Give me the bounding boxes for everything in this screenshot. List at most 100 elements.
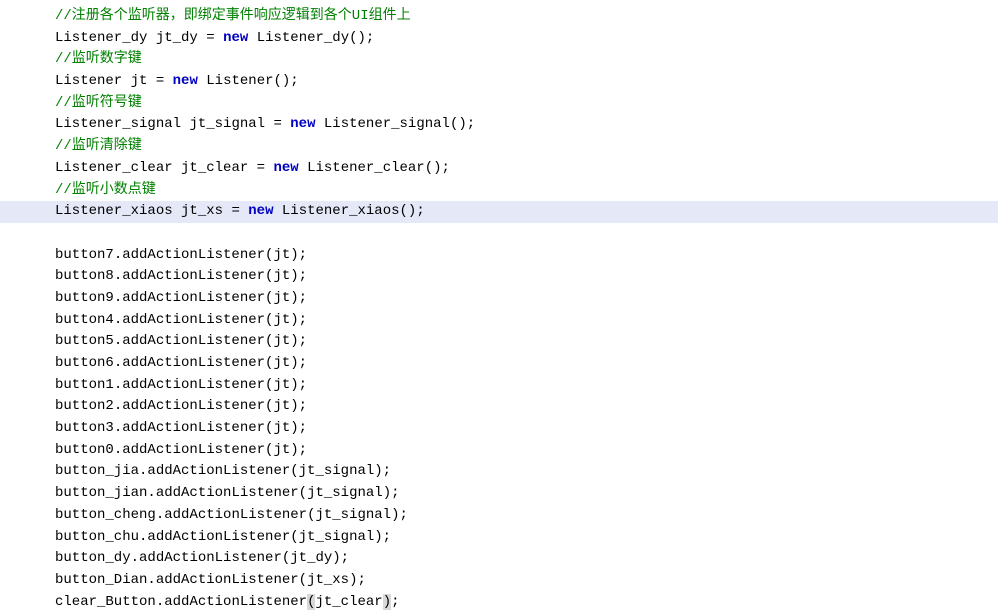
- class-name: Listener_dy: [55, 30, 147, 46]
- argument-name: jt_clear: [315, 594, 382, 610]
- method-name: addActionListener: [122, 420, 265, 436]
- code-line: //注册各个监听器，即绑定事件响应逻辑到各个UI组件上: [55, 6, 998, 28]
- argument-name: jt_signal: [299, 463, 375, 479]
- object-name: button_jian: [55, 485, 147, 501]
- object-name: button5: [55, 333, 114, 349]
- code-line: clear_Button.addActionListener(jt_clear)…: [55, 592, 998, 613]
- comment-text: //监听符号键: [55, 95, 142, 111]
- code-line: button_Dian.addActionListener(jt_xs);: [55, 570, 998, 592]
- argument-name: jt: [273, 312, 290, 328]
- object-name: button4: [55, 312, 114, 328]
- code-line: Listener jt = new Listener();: [55, 71, 998, 93]
- code-line: button2.addActionListener(jt);: [55, 396, 998, 418]
- method-name: addActionListener: [164, 507, 307, 523]
- constructor-name: Listener_clear: [307, 160, 425, 176]
- comment-text: //监听数字键: [55, 51, 142, 67]
- method-name: addActionListener: [122, 398, 265, 414]
- keyword-new: new: [173, 73, 198, 89]
- class-name: Listener_xiaos: [55, 203, 173, 219]
- code-line: Listener_dy jt_dy = new Listener_dy();: [55, 28, 998, 50]
- code-line: [55, 223, 998, 245]
- method-name: addActionListener: [156, 485, 299, 501]
- keyword-new: new: [273, 160, 298, 176]
- argument-name: jt: [273, 398, 290, 414]
- method-name: addActionListener: [164, 594, 307, 610]
- method-name: addActionListener: [139, 550, 282, 566]
- code-line: button3.addActionListener(jt);: [55, 418, 998, 440]
- object-name: button6: [55, 355, 114, 371]
- argument-name: jt: [273, 420, 290, 436]
- code-line: button_jia.addActionListener(jt_signal);: [55, 461, 998, 483]
- code-line: Listener_signal jt_signal = new Listener…: [55, 114, 998, 136]
- keyword-new: new: [248, 203, 273, 219]
- variable-name: jt_signal: [189, 116, 265, 132]
- method-name: addActionListener: [122, 247, 265, 263]
- code-line: button4.addActionListener(jt);: [55, 310, 998, 332]
- keyword-new: new: [290, 116, 315, 132]
- comment-text: //监听小数点键: [55, 182, 156, 198]
- method-name: addActionListener: [122, 442, 265, 458]
- code-line: button_dy.addActionListener(jt_dy);: [55, 548, 998, 570]
- code-line: button6.addActionListener(jt);: [55, 353, 998, 375]
- code-line: button_cheng.addActionListener(jt_signal…: [55, 505, 998, 527]
- paren-open: (: [307, 594, 315, 610]
- object-name: button0: [55, 442, 114, 458]
- code-block: //注册各个监听器，即绑定事件响应逻辑到各个UI组件上 Listener_dy j…: [55, 6, 998, 613]
- object-name: button2: [55, 398, 114, 414]
- constructor-name: Listener_xiaos: [282, 203, 400, 219]
- object-name: button_chu: [55, 529, 139, 545]
- method-name: addActionListener: [147, 529, 290, 545]
- method-name: addActionListener: [122, 377, 265, 393]
- object-name: button_cheng: [55, 507, 156, 523]
- code-line: button1.addActionListener(jt);: [55, 375, 998, 397]
- code-line: button5.addActionListener(jt);: [55, 331, 998, 353]
- object-name: clear_Button: [55, 594, 156, 610]
- argument-name: jt_signal: [307, 485, 383, 501]
- method-name: addActionListener: [122, 312, 265, 328]
- code-line: button8.addActionListener(jt);: [55, 266, 998, 288]
- argument-name: jt: [273, 268, 290, 284]
- object-name: button3: [55, 420, 114, 436]
- object-name: button_jia: [55, 463, 139, 479]
- comment-text: //注册各个监听器，即绑定事件响应逻辑到各个UI组件上: [55, 8, 411, 24]
- variable-name: jt: [131, 73, 148, 89]
- code-line: button9.addActionListener(jt);: [55, 288, 998, 310]
- argument-name: jt_signal: [315, 507, 391, 523]
- code-line: button7.addActionListener(jt);: [55, 245, 998, 267]
- code-line: button_jian.addActionListener(jt_signal)…: [55, 483, 998, 505]
- code-line: //监听清除键: [55, 136, 998, 158]
- object-name: button9: [55, 290, 114, 306]
- code-line: //监听小数点键: [55, 180, 998, 202]
- argument-name: jt: [273, 247, 290, 263]
- code-line: button_chu.addActionListener(jt_signal);: [55, 527, 998, 549]
- constructor-name: Listener_dy: [257, 30, 349, 46]
- argument-name: jt: [273, 355, 290, 371]
- object-name: button7: [55, 247, 114, 263]
- object-name: button8: [55, 268, 114, 284]
- method-name: addActionListener: [122, 268, 265, 284]
- variable-name: jt_clear: [181, 160, 248, 176]
- variable-name: jt_dy: [156, 30, 198, 46]
- constructor-name: Listener_signal: [324, 116, 450, 132]
- class-name: Listener: [55, 73, 122, 89]
- argument-name: jt: [273, 442, 290, 458]
- keyword-new: new: [223, 30, 248, 46]
- class-name: Listener_signal: [55, 116, 181, 132]
- method-name: addActionListener: [122, 355, 265, 371]
- method-name: addActionListener: [122, 333, 265, 349]
- object-name: button_dy: [55, 550, 131, 566]
- code-line: Listener_xiaos jt_xs = new Listener_xiao…: [0, 201, 998, 223]
- code-line: button0.addActionListener(jt);: [55, 440, 998, 462]
- code-line: //监听数字键: [55, 49, 998, 71]
- method-name: addActionListener: [122, 290, 265, 306]
- object-name: button1: [55, 377, 114, 393]
- method-name: addActionListener: [147, 463, 290, 479]
- constructor-name: Listener: [206, 73, 273, 89]
- code-line: Listener_clear jt_clear = new Listener_c…: [55, 158, 998, 180]
- argument-name: jt: [273, 377, 290, 393]
- argument-name: jt_dy: [290, 550, 332, 566]
- argument-name: jt_signal: [299, 529, 375, 545]
- code-line: //监听符号键: [55, 93, 998, 115]
- comment-text: //监听清除键: [55, 138, 142, 154]
- variable-name: jt_xs: [181, 203, 223, 219]
